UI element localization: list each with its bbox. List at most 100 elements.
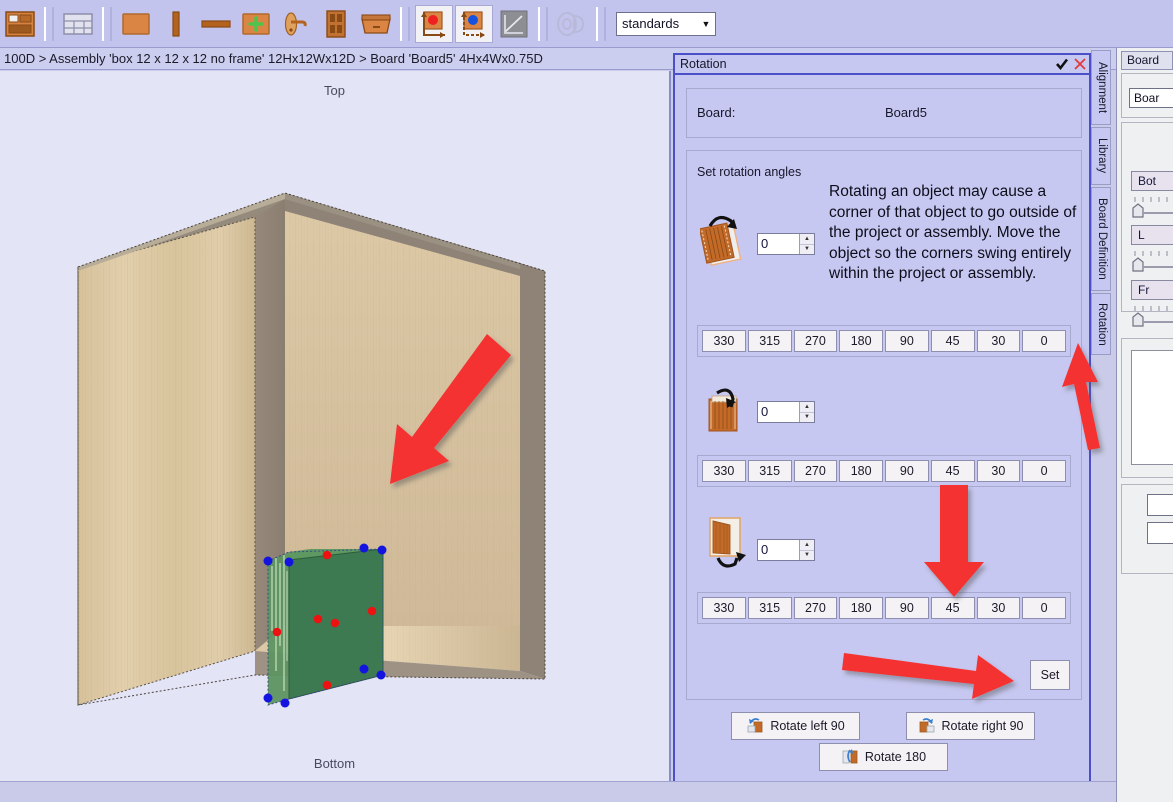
- handle-corner: [376, 670, 386, 680]
- board-extra-field-2[interactable]: [1147, 522, 1173, 544]
- spinner-arrows[interactable]: ▲ ▼: [799, 402, 814, 422]
- spinner-arrows[interactable]: ▲ ▼: [799, 540, 814, 560]
- toolbar-separator: [538, 6, 548, 41]
- angle-button-0[interactable]: 0: [1022, 597, 1066, 619]
- toolbar-separator: [102, 6, 112, 41]
- vtab-alignment-label: Alignment: [1096, 61, 1108, 114]
- vtab-library-label: Library: [1096, 138, 1108, 174]
- add-panel-icon[interactable]: [237, 5, 275, 43]
- angle-button-270[interactable]: 270: [793, 597, 838, 619]
- rotate-left-90-button[interactable]: Rotate left 90: [731, 712, 860, 740]
- vtab-rotation[interactable]: Rotation: [1091, 293, 1111, 355]
- vtab-library[interactable]: Library: [1091, 127, 1111, 185]
- checkmark-icon[interactable]: [1053, 55, 1071, 73]
- handle-corner: [359, 543, 369, 553]
- vtab-board-definition[interactable]: Board Definition: [1091, 187, 1111, 291]
- red-point-origin-icon[interactable]: [415, 4, 453, 43]
- rotation-angle-1-spinbox[interactable]: 0 ▲ ▼: [757, 233, 815, 255]
- angle-button-45[interactable]: 45: [930, 597, 975, 619]
- rotate-face-icon: [698, 210, 755, 270]
- rotate-right-90-label: Rotate right 90: [941, 719, 1024, 733]
- vtab-alignment[interactable]: Alignment: [1091, 50, 1111, 125]
- angle-button-90[interactable]: 90: [885, 460, 929, 482]
- board-preview-area: [1131, 350, 1173, 465]
- vertical-board-icon[interactable]: [157, 5, 195, 43]
- chevron-down-icon[interactable]: ▼: [697, 19, 715, 29]
- angle-button-0[interactable]: 0: [1022, 460, 1066, 482]
- spinner-down-icon[interactable]: ▼: [800, 413, 814, 423]
- tape-measure-icon[interactable]: [553, 5, 591, 43]
- rotate-left-icon: [746, 717, 764, 736]
- spinner-up-icon[interactable]: ▲: [800, 234, 814, 245]
- set-button[interactable]: Set: [1030, 660, 1070, 690]
- board-properties-panel: Board Boar Bot L Fr: [1116, 48, 1173, 802]
- handle-corner: [359, 664, 369, 674]
- drawer-icon[interactable]: [357, 5, 395, 43]
- tab-board[interactable]: Board: [1121, 51, 1173, 70]
- tab-board-label: Board: [1127, 53, 1160, 67]
- rotate-top-icon: [703, 385, 755, 440]
- rotate-right-icon: [918, 717, 936, 736]
- angle-button-315[interactable]: 315: [747, 597, 792, 619]
- face-button-bottom[interactable]: Bot: [1131, 171, 1173, 191]
- handle-icon[interactable]: [277, 5, 315, 43]
- angle-button-270[interactable]: 270: [793, 330, 838, 352]
- face-slider-front[interactable]: [1129, 304, 1173, 330]
- spinner-down-icon[interactable]: ▼: [800, 551, 814, 561]
- door-icon[interactable]: [317, 5, 355, 43]
- angle-button-315[interactable]: 315: [747, 330, 792, 352]
- handle-center: [367, 606, 377, 616]
- grid-layout-icon[interactable]: [59, 5, 97, 43]
- angle-button-90[interactable]: 90: [885, 597, 929, 619]
- board-extra-field-1[interactable]: [1147, 494, 1173, 516]
- panel-icon[interactable]: [117, 5, 155, 43]
- spinner-up-icon[interactable]: ▲: [800, 540, 814, 551]
- standards-dropdown[interactable]: standards ▼: [616, 11, 716, 36]
- rotation-angle-3-spinbox[interactable]: 0 ▲ ▼: [757, 539, 815, 561]
- rotation-notice-text: Rotating an object may cause a corner of…: [829, 183, 1077, 283]
- handle-corner: [263, 556, 273, 566]
- angle-button-180[interactable]: 180: [839, 330, 883, 352]
- spinner-arrows[interactable]: ▲ ▼: [799, 234, 814, 254]
- drawer-stack-icon[interactable]: [1, 5, 39, 43]
- angle-button-180[interactable]: 180: [839, 460, 883, 482]
- angle-button-330[interactable]: 330: [702, 460, 746, 482]
- angle-button-330[interactable]: 330: [702, 330, 746, 352]
- angle-button-30[interactable]: 30: [976, 460, 1021, 482]
- 3d-viewport[interactable]: Top Bottom: [0, 71, 671, 781]
- status-strip: [0, 781, 1116, 802]
- rotate-180-button[interactable]: Rotate 180: [819, 743, 948, 771]
- angle-button-30[interactable]: 30: [976, 597, 1021, 619]
- rotate-right-90-button[interactable]: Rotate right 90: [906, 712, 1035, 740]
- face-button-left[interactable]: L: [1131, 225, 1173, 245]
- angle-button-270[interactable]: 270: [793, 460, 838, 482]
- rotation-angle-1-value[interactable]: 0: [758, 234, 799, 254]
- face-slider-bottom[interactable]: [1129, 195, 1173, 221]
- measure-angle-icon[interactable]: [495, 5, 533, 43]
- spinner-down-icon[interactable]: ▼: [800, 245, 814, 255]
- spinner-up-icon[interactable]: ▲: [800, 402, 814, 413]
- rotation-angle-2-value[interactable]: 0: [758, 402, 799, 422]
- angle-button-45[interactable]: 45: [930, 330, 975, 352]
- face-button-front[interactable]: Fr: [1131, 280, 1173, 300]
- angle-button-30[interactable]: 30: [976, 330, 1021, 352]
- rotation-angle-3-value[interactable]: 0: [758, 540, 799, 560]
- rotate-left-90-label: Rotate left 90: [770, 719, 845, 733]
- rotate-180-icon: [841, 748, 859, 767]
- angle-button-90[interactable]: 90: [885, 330, 929, 352]
- horizontal-board-icon[interactable]: [197, 5, 235, 43]
- close-icon[interactable]: [1071, 55, 1089, 73]
- rotation-angle-2-spinbox[interactable]: 0 ▲ ▼: [757, 401, 815, 423]
- angle-button-315[interactable]: 315: [747, 460, 792, 482]
- toolbar-separator: [44, 6, 54, 41]
- angle-button-0[interactable]: 0: [1022, 330, 1066, 352]
- angle-button-330[interactable]: 330: [702, 597, 746, 619]
- board-label: Board:: [697, 105, 736, 120]
- rotation-panel-titlebar: Rotation: [675, 55, 1089, 75]
- vtab-rotation-label: Rotation: [1096, 302, 1108, 346]
- angle-button-180[interactable]: 180: [839, 597, 883, 619]
- angle-button-45[interactable]: 45: [930, 460, 975, 482]
- blue-point-origin-icon[interactable]: [455, 4, 493, 43]
- face-slider-left[interactable]: [1129, 249, 1173, 275]
- board-name-input[interactable]: Boar: [1129, 88, 1173, 108]
